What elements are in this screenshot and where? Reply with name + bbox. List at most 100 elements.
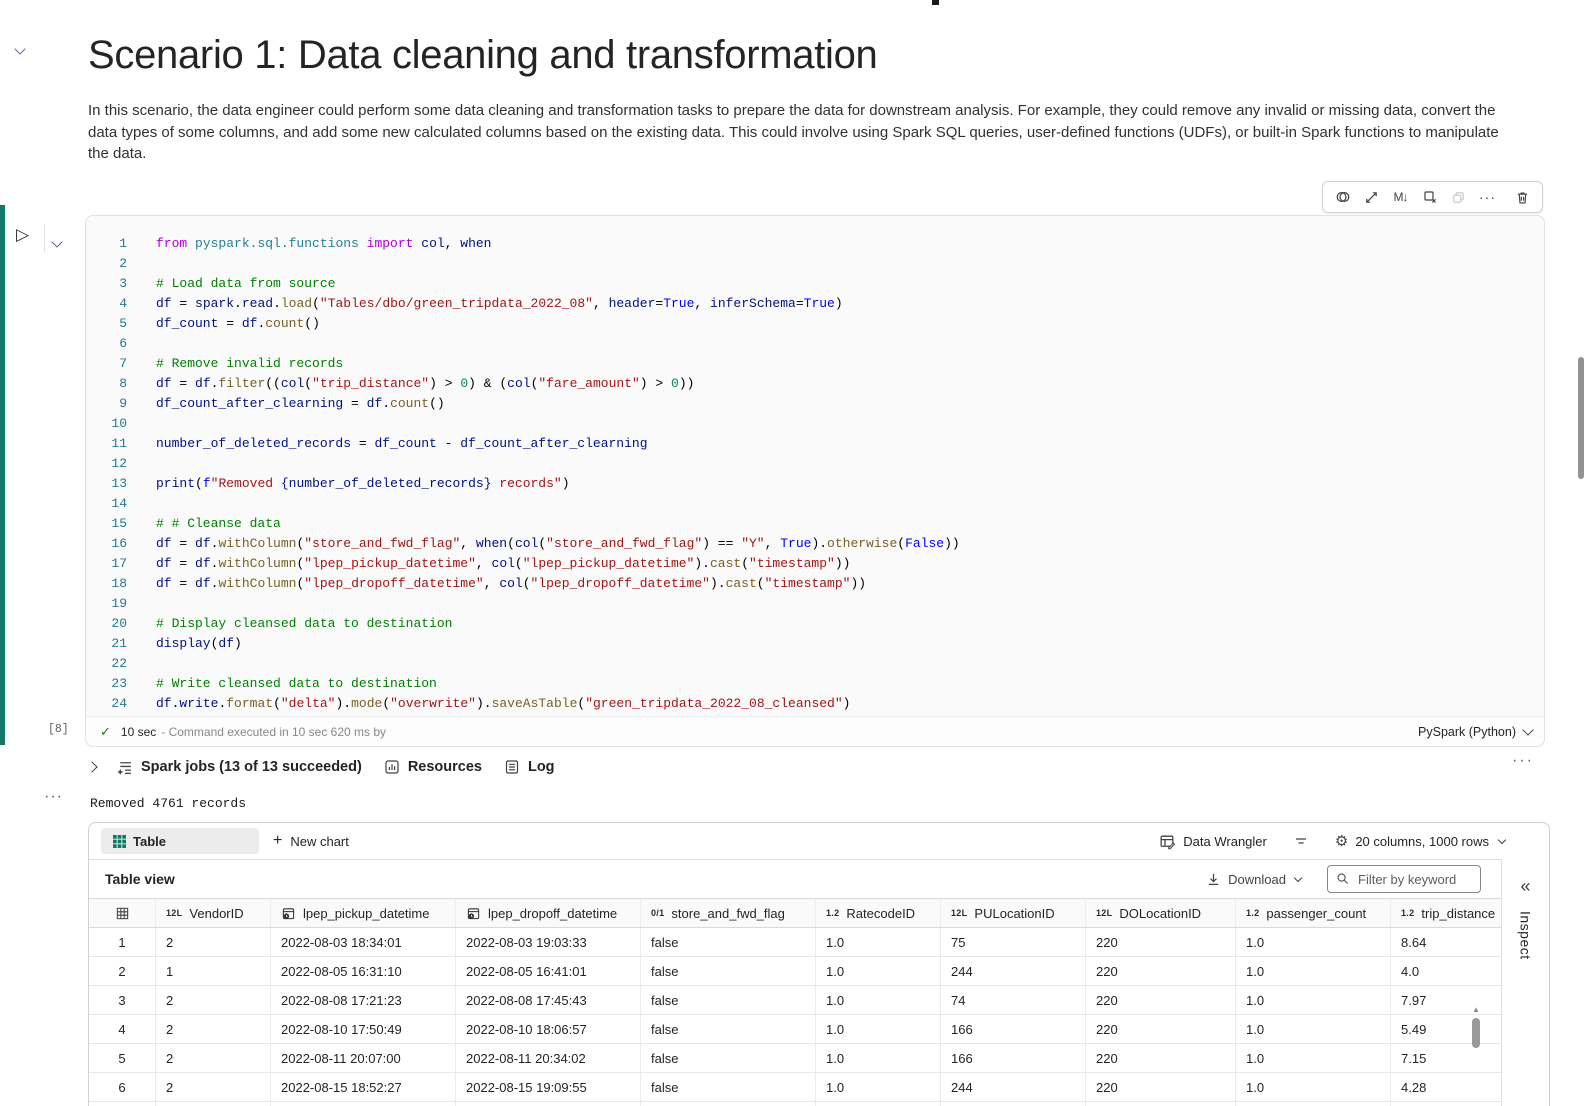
table-cell: 1.0 xyxy=(1236,928,1391,956)
resources-toggle[interactable]: Resources xyxy=(384,759,482,775)
code-line[interactable]: 20# Display cleansed data to destination xyxy=(86,614,1544,634)
code-line[interactable]: 8df = df.filter((col("trip_distance") > … xyxy=(86,374,1544,394)
cell-toolbar: M↓ ··· xyxy=(1322,181,1543,213)
execution-message: - Command executed in 10 sec 620 ms by xyxy=(161,725,386,739)
output-options-button[interactable]: ··· xyxy=(44,788,63,806)
code-line[interactable]: 15# # Cleanse data xyxy=(86,514,1544,534)
code-line[interactable]: 5df_count = df.count() xyxy=(86,314,1544,334)
table-scrollbar[interactable]: ▲ xyxy=(1470,1006,1482,1048)
code-text: number_of_deleted_records = df_count - d… xyxy=(127,434,648,454)
table-cell: 220 xyxy=(1086,1073,1236,1101)
code-line[interactable]: 14 xyxy=(86,494,1544,514)
grid-settings-button[interactable]: ⚙ 20 columns, 1000 rows xyxy=(1335,834,1505,849)
column-header-passenger_count[interactable]: 1.2passenger_count xyxy=(1236,899,1391,927)
code-line[interactable]: 9df_count_after_clearning = df.count() xyxy=(86,394,1544,414)
line-number: 18 xyxy=(86,574,127,594)
table-row[interactable]: 422022-08-10 17:50:492022-08-10 18:06:57… xyxy=(89,1015,1502,1044)
column-header-lpep_pickup_datetime[interactable]: lpep_pickup_datetime xyxy=(271,899,456,927)
tab-table[interactable]: Table xyxy=(101,828,259,854)
collapse-section-button[interactable] xyxy=(16,40,24,58)
code-text: df.write.format("delta").mode("overwrite… xyxy=(127,694,850,714)
code-line[interactable]: 12 xyxy=(86,454,1544,474)
line-number: 7 xyxy=(86,354,127,374)
scenario-description: In this scenario, the data engineer coul… xyxy=(88,100,1512,165)
code-line[interactable]: 11number_of_deleted_records = df_count -… xyxy=(86,434,1544,454)
code-line[interactable]: 24df.write.format("delta").mode("overwri… xyxy=(86,694,1544,714)
column-header-VendorID[interactable]: 12LVendorID xyxy=(156,899,271,927)
table-cell: 1.0 xyxy=(816,1073,941,1101)
run-cell-button[interactable]: ▷ xyxy=(16,225,29,245)
more-cell-actions-button[interactable]: ··· xyxy=(1473,183,1502,211)
scroll-up-icon[interactable]: ▲ xyxy=(1472,1006,1480,1014)
new-chart-button[interactable]: + New chart xyxy=(273,832,349,850)
table-cell: false xyxy=(641,1015,816,1043)
code-line[interactable]: 13print(f"Removed {number_of_deleted_rec… xyxy=(86,474,1544,494)
grid-corner-icon xyxy=(115,906,130,921)
line-number: 16 xyxy=(86,534,127,554)
copilot-button[interactable] xyxy=(1328,183,1357,211)
code-line[interactable]: 2 xyxy=(86,254,1544,274)
code-line[interactable]: 18df = df.withColumn("lpep_dropoff_datet… xyxy=(86,574,1544,594)
code-line[interactable]: 4df = spark.read.load("Tables/dbo/green_… xyxy=(86,294,1544,314)
table-cell: 244 xyxy=(941,1073,1086,1101)
column-header-PULocationID[interactable]: 12LPULocationID xyxy=(941,899,1086,927)
output-container: Table + New chart Data Wrangler ⚙ 20 col… xyxy=(88,822,1550,1106)
column-type-badge: 12L xyxy=(951,908,967,918)
duplicate-cell-button[interactable] xyxy=(1444,183,1473,211)
page-scrollbar-thumb[interactable] xyxy=(1578,357,1584,479)
scrollbar-thumb[interactable] xyxy=(1472,1018,1480,1048)
column-header-store_and_fwd_flag[interactable]: 0/1store_and_fwd_flag xyxy=(641,899,816,927)
download-label: Download xyxy=(1228,872,1286,887)
table-cell: 2 xyxy=(156,986,271,1014)
column-header-RatecodeID[interactable]: 1.2RatecodeID xyxy=(816,899,941,927)
expand-inspect-button[interactable]: « xyxy=(1520,877,1530,895)
language-selector[interactable]: PySpark (Python) xyxy=(1418,725,1532,739)
select-all-corner[interactable] xyxy=(89,899,156,927)
data-wrangler-button[interactable]: Data Wrangler xyxy=(1159,833,1267,850)
keyword-filter-input[interactable] xyxy=(1356,867,1478,891)
code-line[interactable]: 23# Write cleansed data to destination xyxy=(86,674,1544,694)
table-row[interactable]: 622022-08-15 18:52:272022-08-15 19:09:55… xyxy=(89,1073,1502,1102)
execution-count: [8] xyxy=(48,723,69,736)
grid-summary-label: 20 columns, 1000 rows xyxy=(1355,834,1489,849)
code-text: from pyspark.sql.functions import col, w… xyxy=(127,234,492,254)
expand-jobs-chevron-icon[interactable] xyxy=(86,761,97,772)
table-cell xyxy=(816,1102,941,1106)
column-header-trip_distance[interactable]: 1.2trip_distance xyxy=(1391,899,1496,927)
code-line[interactable]: 6 xyxy=(86,334,1544,354)
table-cell: 166 xyxy=(941,1015,1086,1043)
table-row[interactable]: 522022-08-11 20:07:002022-08-11 20:34:02… xyxy=(89,1044,1502,1073)
table-row[interactable] xyxy=(89,1102,1502,1106)
column-header-DOLocationID[interactable]: 12LDOLocationID xyxy=(1086,899,1236,927)
spark-jobs-toggle[interactable]: Spark jobs (13 of 13 succeeded) xyxy=(116,759,362,776)
table-cell xyxy=(1086,1102,1236,1106)
table-cell: 220 xyxy=(1086,928,1236,956)
expand-cell-button[interactable] xyxy=(1357,183,1386,211)
clear-output-button[interactable] xyxy=(1415,183,1444,211)
code-line[interactable]: 19 xyxy=(86,594,1544,614)
code-line[interactable]: 7# Remove invalid records xyxy=(86,354,1544,374)
code-line[interactable]: 3# Load data from source xyxy=(86,274,1544,294)
download-button[interactable]: Download xyxy=(1206,872,1301,887)
code-line[interactable]: 10 xyxy=(86,414,1544,434)
code-lines[interactable]: 1from pyspark.sql.functions import col, … xyxy=(86,234,1544,714)
run-options-button[interactable] xyxy=(53,233,61,251)
inspect-label: Inspect xyxy=(1518,911,1534,960)
filter-rows-button[interactable] xyxy=(1293,833,1309,849)
code-line[interactable]: 17df = df.withColumn("lpep_pickup_dateti… xyxy=(86,554,1544,574)
convert-to-markdown-button[interactable]: M↓ xyxy=(1386,183,1415,211)
code-line[interactable]: 16df = df.withColumn("store_and_fwd_flag… xyxy=(86,534,1544,554)
table-cell: 1.0 xyxy=(816,986,941,1014)
table-row[interactable]: 322022-08-08 17:21:232022-08-08 17:45:43… xyxy=(89,986,1502,1015)
code-line[interactable]: 22 xyxy=(86,654,1544,674)
log-toggle[interactable]: Log xyxy=(504,759,555,775)
table-cell: 1.0 xyxy=(1236,986,1391,1014)
table-row[interactable]: 212022-08-05 16:31:102022-08-05 16:41:01… xyxy=(89,957,1502,986)
table-row[interactable]: 122022-08-03 18:34:012022-08-03 19:03:33… xyxy=(89,928,1502,957)
more-output-actions-button[interactable]: ··· xyxy=(1512,752,1534,770)
delete-cell-button[interactable] xyxy=(1508,183,1537,211)
table-cell: 2 xyxy=(156,928,271,956)
code-line[interactable]: 21display(df) xyxy=(86,634,1544,654)
code-line[interactable]: 1from pyspark.sql.functions import col, … xyxy=(86,234,1544,254)
column-header-lpep_dropoff_datetime[interactable]: lpep_dropoff_datetime xyxy=(456,899,641,927)
